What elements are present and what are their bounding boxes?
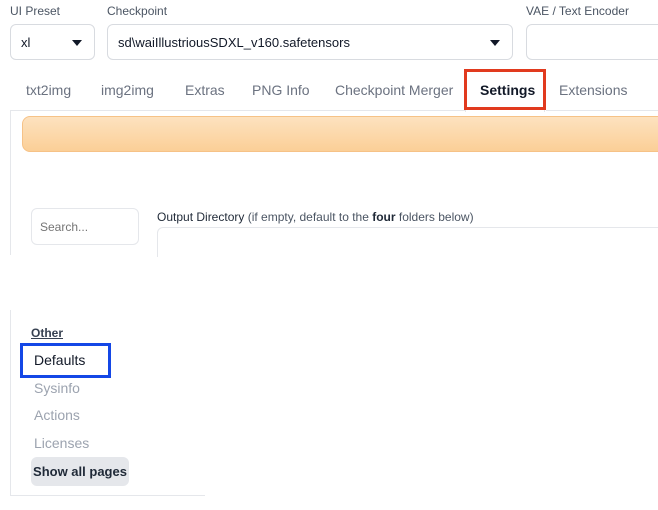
vae-text-encoder-dropdown[interactable] [526,24,658,60]
checkpoint-dropdown[interactable]: sd\waiIllustriousSDXL_v160.safetensors [107,24,513,60]
sidebar-border-left [10,310,11,495]
ui-preset-value: xl [21,34,31,50]
output-directory-input[interactable] [157,227,658,257]
defaults-highlight [20,343,111,378]
checkpoint-value: sd\waiIllustriousSDXL_v160.safetensors [118,34,350,50]
notification-banner [22,116,658,152]
panel-border-top-right [546,110,658,111]
sidebar-border-bottom [10,495,205,496]
ui-preset-dropdown[interactable]: xl [10,24,95,60]
ui-preset-label: UI Preset [10,4,61,18]
sidebar-item-licenses[interactable]: Licenses [34,435,89,451]
settings-search-input[interactable] [32,209,136,244]
output-directory-hint-bold: four [372,210,396,224]
sidebar-item-sysinfo[interactable]: Sysinfo [34,380,80,396]
settings-tab-highlight [464,69,546,110]
panel-border-left [10,110,11,255]
tab-extras[interactable]: Extras [185,82,225,98]
settings-search-box[interactable] [31,208,139,245]
sidebar-item-actions[interactable]: Actions [34,407,80,423]
output-directory-hint-suffix: folders below) [395,210,474,224]
tab-img2img[interactable]: img2img [101,82,154,98]
tab-txt2img[interactable]: txt2img [26,82,71,98]
panel-border-top [10,110,465,111]
sidebar-section-other: Other [31,326,64,340]
vae-label: VAE / Text Encoder [526,4,629,18]
output-directory-label-main: Output Directory [157,210,245,224]
output-directory-label: Output Directory (if empty, default to t… [157,210,474,224]
output-directory-hint-prefix: (if empty, default to the [244,210,373,224]
checkpoint-label: Checkpoint [107,4,168,18]
tab-extensions[interactable]: Extensions [559,82,627,98]
chevron-down-icon [72,40,82,46]
show-all-pages-button[interactable]: Show all pages [31,457,129,486]
tab-png-info[interactable]: PNG Info [252,82,310,98]
tab-checkpoint-merger[interactable]: Checkpoint Merger [335,82,453,98]
chevron-down-icon [490,40,500,46]
